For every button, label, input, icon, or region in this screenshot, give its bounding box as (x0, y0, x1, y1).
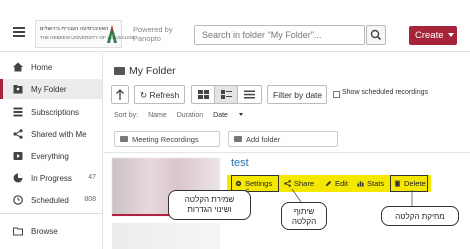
settings-callout: שמירת הקלטה ושינוי הגדרות (168, 190, 251, 220)
share-callout-line2: הקלטה (291, 217, 317, 226)
delete-callout: מחיקת הקלטה (381, 206, 459, 226)
settings-callout-line2: ושינוי הגדרות (187, 205, 232, 214)
share-callout: שיתוף הקלטה (281, 202, 327, 230)
share-callout-line1: שיתוף (293, 207, 315, 216)
settings-callout-line1: שמירת הקלטה (184, 195, 235, 204)
share-leader-line (291, 188, 302, 203)
